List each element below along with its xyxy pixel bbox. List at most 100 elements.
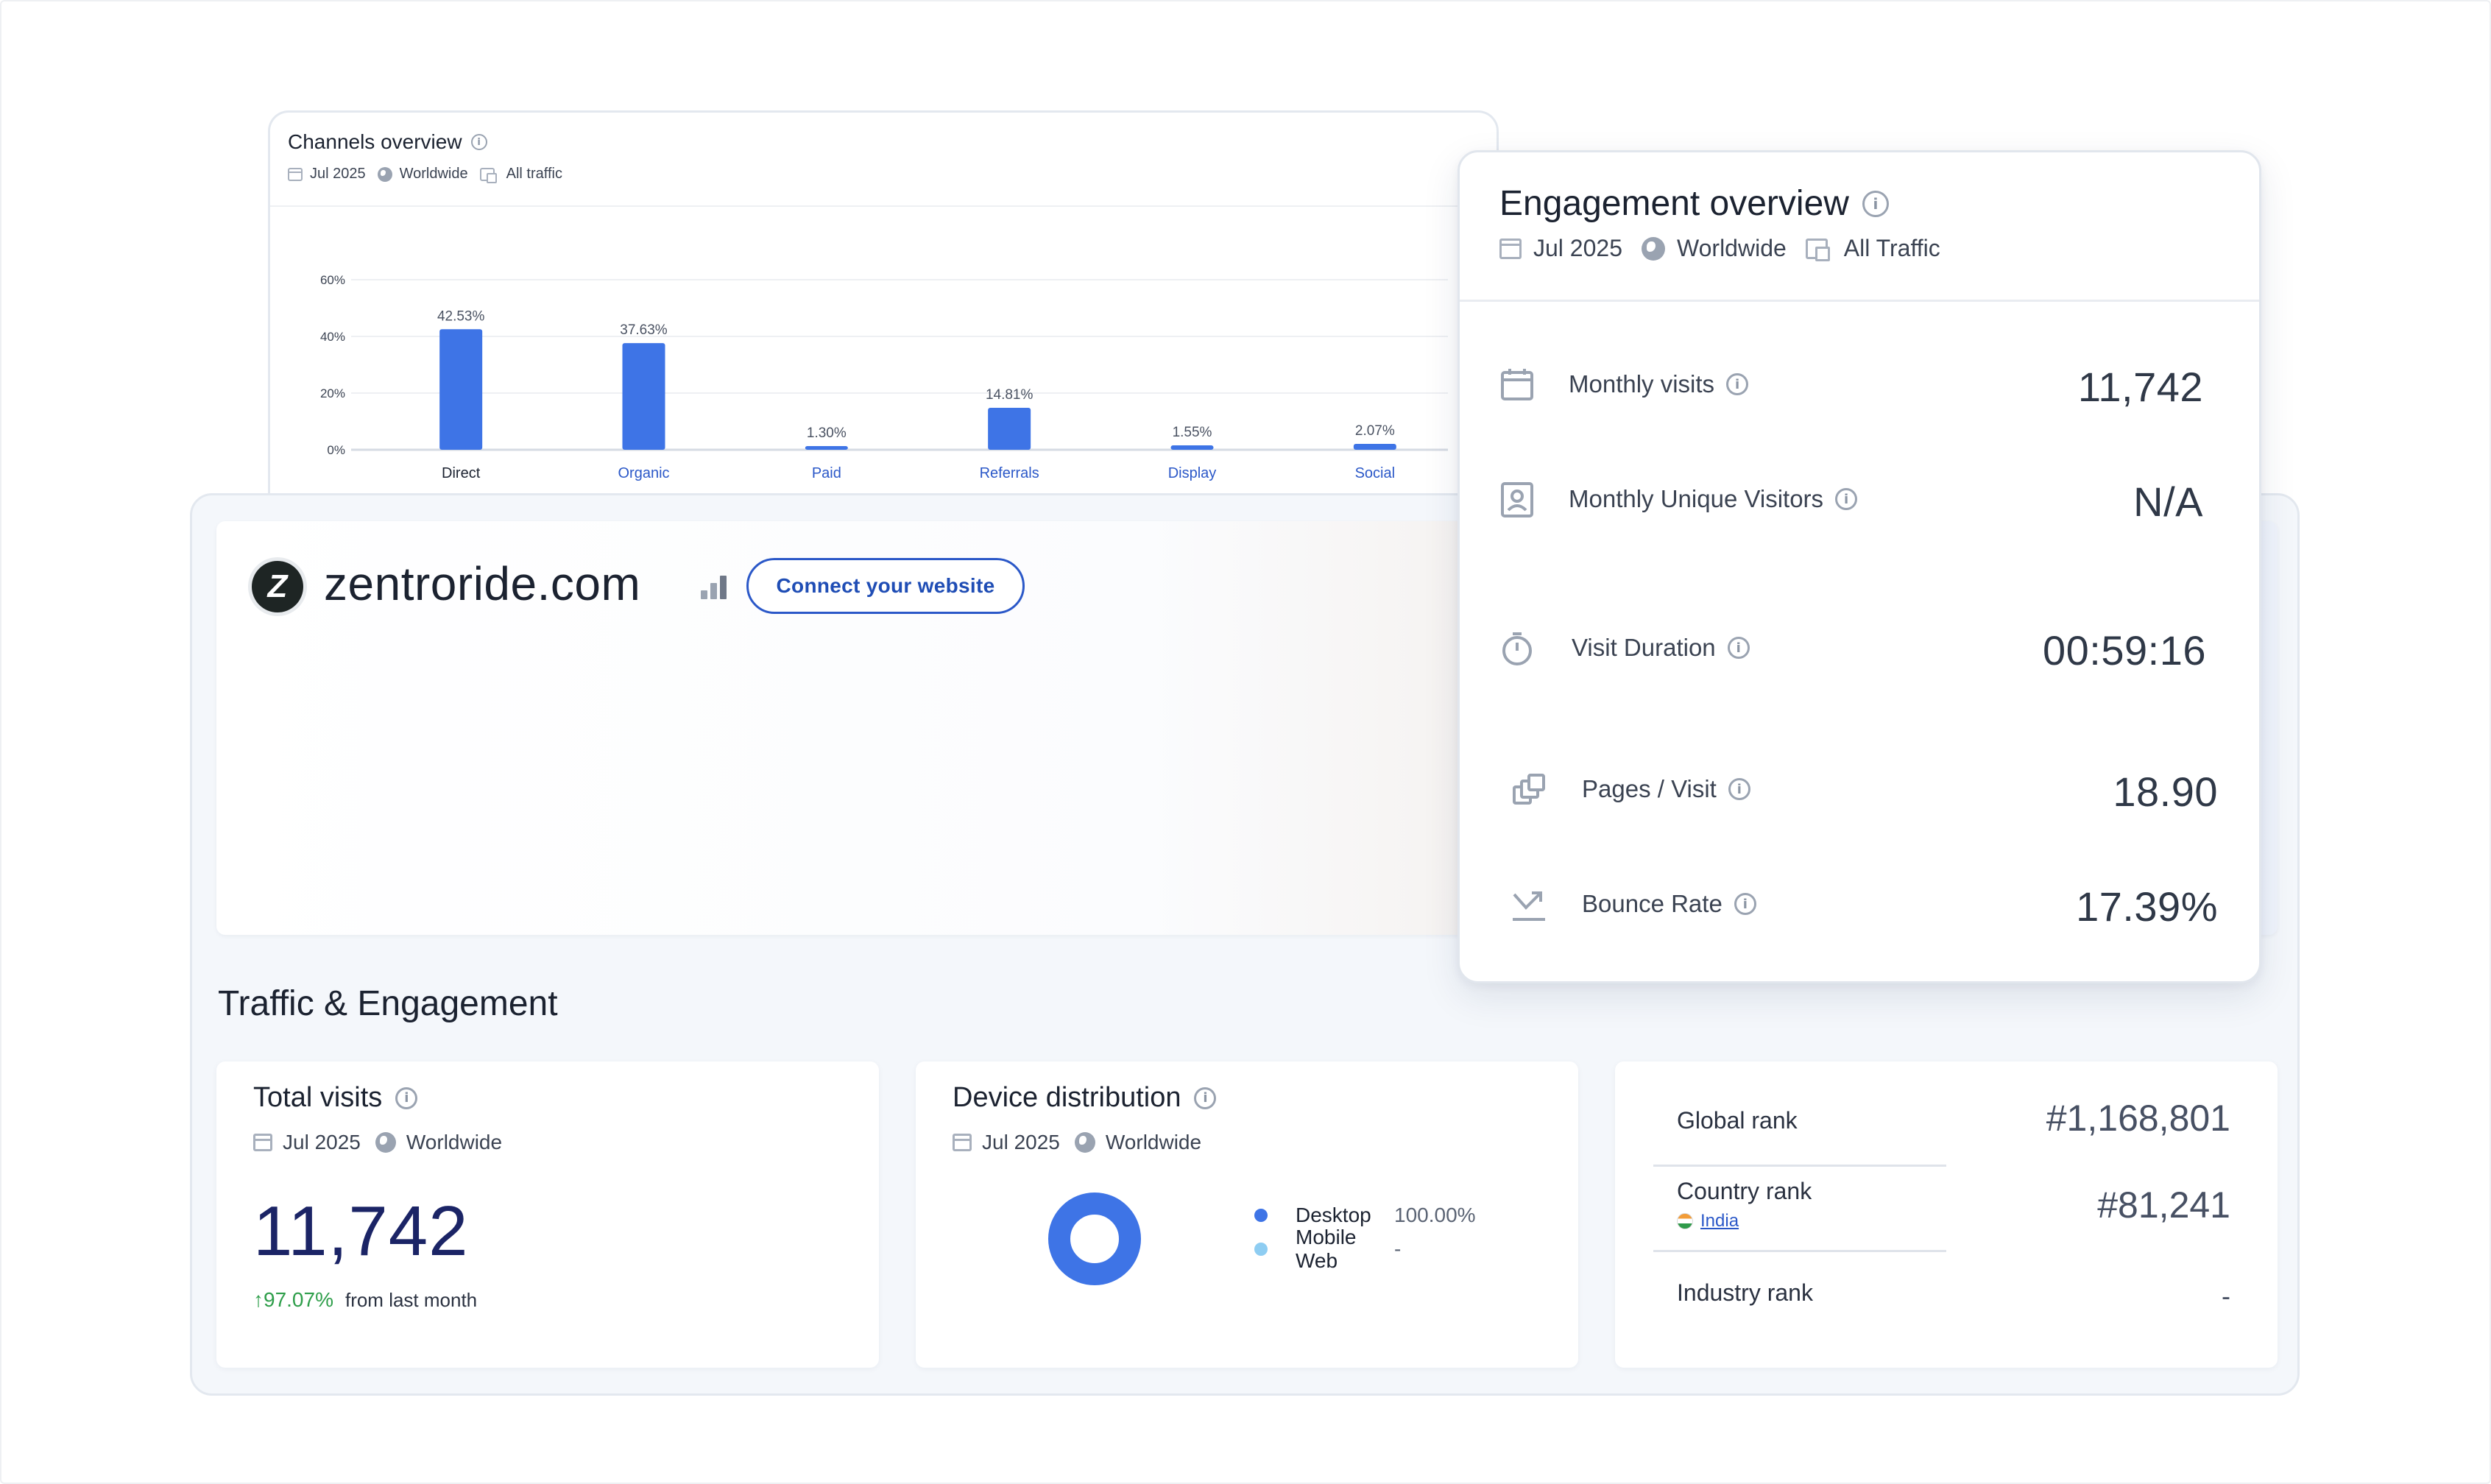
- visits-delta: ↑97.07% from last month: [253, 1288, 477, 1312]
- bar-direct: [439, 329, 483, 450]
- legend-value: 100.00%: [1394, 1204, 1476, 1226]
- x-tick-label: Display: [1168, 465, 1217, 481]
- delta-percent: ↑97.07%: [253, 1288, 333, 1311]
- metric-label: Pages / Visit i: [1582, 775, 1750, 803]
- site-name: zentroride.com: [324, 557, 641, 610]
- calendar-icon: [1499, 238, 1522, 259]
- device-title: Device distribution: [953, 1082, 1181, 1113]
- metric-label: Monthly Unique Visitors i: [1569, 485, 1858, 513]
- globe-icon: [1641, 236, 1665, 261]
- legend-label: Mobile Web: [1296, 1226, 1357, 1272]
- user-badge-icon: [1501, 482, 1533, 517]
- bar-referrals: [988, 407, 1031, 450]
- metric-pages-per-visit: Pages / Visit i 18.90: [1460, 760, 2259, 819]
- device-donut-chart: [1048, 1192, 1141, 1285]
- info-icon[interactable]: i: [1727, 637, 1750, 659]
- bar-organic: [622, 343, 665, 450]
- pages-stack-icon: [1513, 774, 1545, 805]
- total-visits-title: Total visits: [253, 1082, 383, 1113]
- country-rank-value: #81,241: [2097, 1184, 2230, 1226]
- legend-label: Desktop: [1296, 1204, 1371, 1226]
- period-label: Jul 2025: [982, 1131, 1060, 1153]
- legend-value: -: [1394, 1237, 1402, 1260]
- region-label: Worldwide: [1676, 235, 1787, 261]
- metric-label: Monthly visits i: [1569, 370, 1749, 398]
- card-title: Total visits i: [253, 1082, 418, 1114]
- bar-value-label: 1.30%: [807, 425, 847, 441]
- engagement-meta: Jul 2025 Worldwide All Traffic: [1499, 235, 1940, 262]
- legend-dot: [1254, 1243, 1268, 1256]
- x-tick-label: Paid: [812, 465, 841, 481]
- info-icon[interactable]: i: [1734, 893, 1756, 915]
- y-tick-label: 60%: [320, 273, 345, 287]
- y-tick-label: 20%: [320, 386, 345, 400]
- x-tick-label: Social: [1355, 465, 1395, 481]
- device-legend: Desktop 100.00% Mobile Web -: [1254, 1198, 1476, 1272]
- calendar-icon: [253, 1134, 272, 1151]
- country-name[interactable]: India: [1700, 1211, 1739, 1232]
- channels-bar-chart: 0% 20% 40% 60% 42.53% Direct 37.63% Organic 1.30…: [320, 273, 1448, 481]
- metric-visit-duration: Visit Duration i 00:59:16: [1460, 619, 2259, 678]
- country-link[interactable]: India: [1677, 1211, 1812, 1232]
- metric-value: 11,742: [2077, 364, 2203, 410]
- industry-rank-label: Industry rank: [1677, 1279, 1813, 1306]
- period-label: Jul 2025: [283, 1131, 361, 1153]
- bar-value-label: 1.55%: [1173, 425, 1212, 440]
- metric-value: 18.90: [2113, 768, 2218, 815]
- rank-bars-icon: [701, 574, 729, 599]
- info-icon[interactable]: i: [1862, 190, 1889, 217]
- metric-label-text: Bounce Rate: [1582, 890, 1723, 917]
- divider: [1460, 300, 2259, 302]
- legend-dot: [1254, 1209, 1268, 1222]
- region-label: Worldwide: [1105, 1131, 1202, 1153]
- bar-display: [1170, 445, 1214, 450]
- x-tick-label: Direct: [442, 465, 481, 481]
- ranks-card: Global rank #1,168,801 Country rank Indi…: [1615, 1061, 2278, 1368]
- bar-value-label: 37.63%: [620, 322, 668, 338]
- bar-paid: [805, 445, 848, 450]
- country-rank-label: Country rank: [1677, 1178, 1812, 1204]
- connect-website-button[interactable]: Connect your website: [746, 558, 1025, 614]
- metric-bounce-rate: Bounce Rate i 17.39%: [1460, 875, 2259, 934]
- metric-value: 17.39%: [2076, 883, 2218, 930]
- card-meta: Jul 2025 Worldwide: [253, 1131, 502, 1154]
- india-flag-icon: [1677, 1213, 1693, 1229]
- card-title: Device distribution i: [953, 1082, 1217, 1114]
- global-rank-value: #1,168,801: [2046, 1098, 2230, 1139]
- globe-icon: [375, 1132, 396, 1153]
- total-visits-card: Total visits i Jul 2025 Worldwide 11,742…: [216, 1061, 879, 1368]
- delta-text: from last month: [344, 1289, 478, 1311]
- country-rank-block: Country rank India: [1677, 1178, 1812, 1232]
- rank-divider: [1653, 1165, 1946, 1167]
- metric-monthly-visits: Monthly visits i 11,742: [1460, 356, 2259, 414]
- card-meta: Jul 2025 Worldwide: [953, 1131, 1201, 1154]
- metric-label: Visit Duration i: [1572, 634, 1750, 662]
- section-title: Traffic & Engagement: [218, 984, 558, 1023]
- calendar-icon: [953, 1134, 972, 1151]
- site-logo: Z: [252, 561, 303, 612]
- metric-unique-visitors: Monthly Unique Visitors i N/A: [1460, 470, 2259, 529]
- traffic-type-icon: [1805, 238, 1830, 261]
- metric-value: N/A: [2133, 478, 2203, 525]
- total-visits-value: 11,742: [253, 1192, 469, 1271]
- info-icon[interactable]: i: [395, 1086, 418, 1109]
- globe-icon: [1074, 1132, 1095, 1153]
- legend-item-mobile: Mobile Web -: [1254, 1226, 1476, 1272]
- metric-label-text: Visit Duration: [1572, 634, 1716, 661]
- bar-social: [1353, 444, 1396, 450]
- info-icon[interactable]: i: [1194, 1086, 1217, 1109]
- metric-label-text: Monthly Unique Visitors: [1569, 485, 1824, 512]
- metric-label: Bounce Rate i: [1582, 890, 1756, 918]
- x-tick-label: Referrals: [980, 465, 1039, 481]
- y-tick-label: 40%: [320, 330, 345, 344]
- bar-value-label: 42.53%: [437, 308, 485, 324]
- info-icon[interactable]: i: [1835, 488, 1858, 510]
- traffic-label: All Traffic: [1843, 235, 1940, 261]
- metric-value: 00:59:16: [2043, 627, 2206, 674]
- y-tick-label: 0%: [327, 443, 345, 457]
- info-icon[interactable]: i: [1726, 373, 1749, 395]
- industry-rank-value: -: [2222, 1281, 2230, 1311]
- engagement-overview-card: Engagement overview i Jul 2025 Worldwide…: [1458, 150, 2261, 983]
- bounce-arrow-icon: [1513, 891, 1545, 921]
- info-icon[interactable]: i: [1728, 778, 1750, 800]
